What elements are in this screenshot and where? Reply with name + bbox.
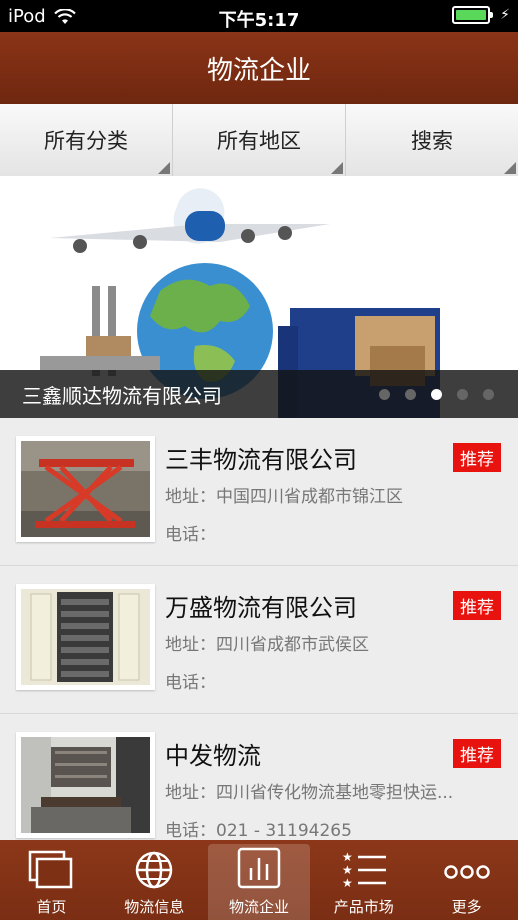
recommend-badge: 推荐: [453, 591, 501, 620]
svg-text:★: ★: [342, 850, 353, 864]
battery-icon: [452, 6, 494, 24]
company-address: 地址：四川省成都市武侯区: [165, 635, 369, 655]
list-item[interactable]: 三丰物流有限公司 推荐 地址：中国四川省成都市锦江区 电话：: [0, 418, 518, 566]
tab-more-label: 更多: [451, 898, 482, 916]
tab-home[interactable]: 首页: [0, 840, 103, 920]
tab-bar: 首页 物流信息 物流企业 ★ ★ ★ 产品市场 更多: [0, 840, 518, 920]
filter-region[interactable]: 所有地区: [173, 104, 346, 176]
banner-carousel[interactable]: 三鑫顺达物流有限公司: [0, 176, 518, 418]
tab-more[interactable]: 更多: [415, 840, 518, 920]
company-list: 三丰物流有限公司 推荐 地址：中国四川省成都市锦江区 电话： 万盛物流有限公司 …: [0, 418, 518, 840]
office-room-image: [21, 737, 150, 833]
carousel-dot-active[interactable]: [431, 389, 442, 400]
company-phone: 电话：: [165, 673, 216, 693]
tab-product-market-label: 产品市场: [333, 898, 394, 916]
clock: 下午5:17: [218, 10, 300, 31]
carousel-dot[interactable]: [405, 389, 416, 400]
svg-text:★: ★: [342, 876, 353, 890]
company-address: 地址：四川省传化物流基地零担快运...: [165, 783, 454, 803]
carousel-dots: [379, 389, 494, 400]
star-list-icon: ★ ★ ★: [342, 850, 386, 890]
scissor-lift-image: [21, 441, 150, 537]
more-dots-icon: [443, 865, 490, 879]
search-button[interactable]: 搜索: [346, 104, 518, 176]
tab-logistics-companies[interactable]: 物流企业: [207, 844, 311, 920]
tab-home-label: 首页: [36, 898, 67, 916]
home-cards-icon: [29, 850, 73, 889]
tab-logistics-info-label: 物流信息: [124, 898, 185, 916]
recommend-badge: 推荐: [453, 739, 501, 768]
company-name: 三丰物流有限公司: [165, 446, 357, 474]
globe-icon: [135, 851, 173, 889]
page-title: 物流企业: [206, 55, 311, 86]
storage-cabinet-image: [21, 589, 150, 685]
company-name: 万盛物流有限公司: [165, 594, 357, 622]
filter-category[interactable]: 所有分类: [0, 104, 173, 176]
search-label: 搜索: [411, 129, 453, 153]
charging-icon: ⚡: [500, 7, 510, 23]
company-thumbnail: [16, 436, 155, 542]
carousel-dot[interactable]: [379, 389, 390, 400]
company-thumbnail: [16, 732, 155, 838]
carousel-dot[interactable]: [457, 389, 468, 400]
filter-region-label: 所有地区: [217, 129, 301, 153]
dropdown-corner-icon: [158, 162, 170, 174]
carousel-dot[interactable]: [483, 389, 494, 400]
status-bar: iPod 下午5:17 ⚡: [0, 0, 518, 32]
dropdown-corner-icon: [331, 162, 343, 174]
tab-product-market[interactable]: ★ ★ ★ 产品市场: [312, 840, 415, 920]
svg-text:★: ★: [342, 863, 353, 877]
page-header: 物流企业: [0, 32, 518, 104]
company-phone: 电话：: [165, 525, 216, 545]
list-item[interactable]: 中发物流 推荐 地址：四川省传化物流基地零担快运... 电话：021 - 311…: [0, 714, 518, 840]
recommend-badge: 推荐: [453, 443, 501, 472]
company-phone: 电话：021 - 31194265: [165, 821, 352, 840]
banner-caption-text: 三鑫顺达物流有限公司: [22, 383, 222, 408]
dropdown-corner-icon: [504, 162, 516, 174]
filter-bar: 所有分类 所有地区 搜索: [0, 104, 518, 177]
tab-logistics-info[interactable]: 物流信息: [103, 840, 206, 920]
tab-logistics-companies-label: 物流企业: [228, 898, 289, 916]
company-name: 中发物流: [165, 742, 261, 770]
company-address: 地址：中国四川省成都市锦江区: [165, 487, 403, 507]
bar-chart-icon: [237, 847, 281, 889]
list-item[interactable]: 万盛物流有限公司 推荐 地址：四川省成都市武侯区 电话：: [0, 566, 518, 714]
company-thumbnail: [16, 584, 155, 690]
filter-category-label: 所有分类: [44, 129, 128, 153]
